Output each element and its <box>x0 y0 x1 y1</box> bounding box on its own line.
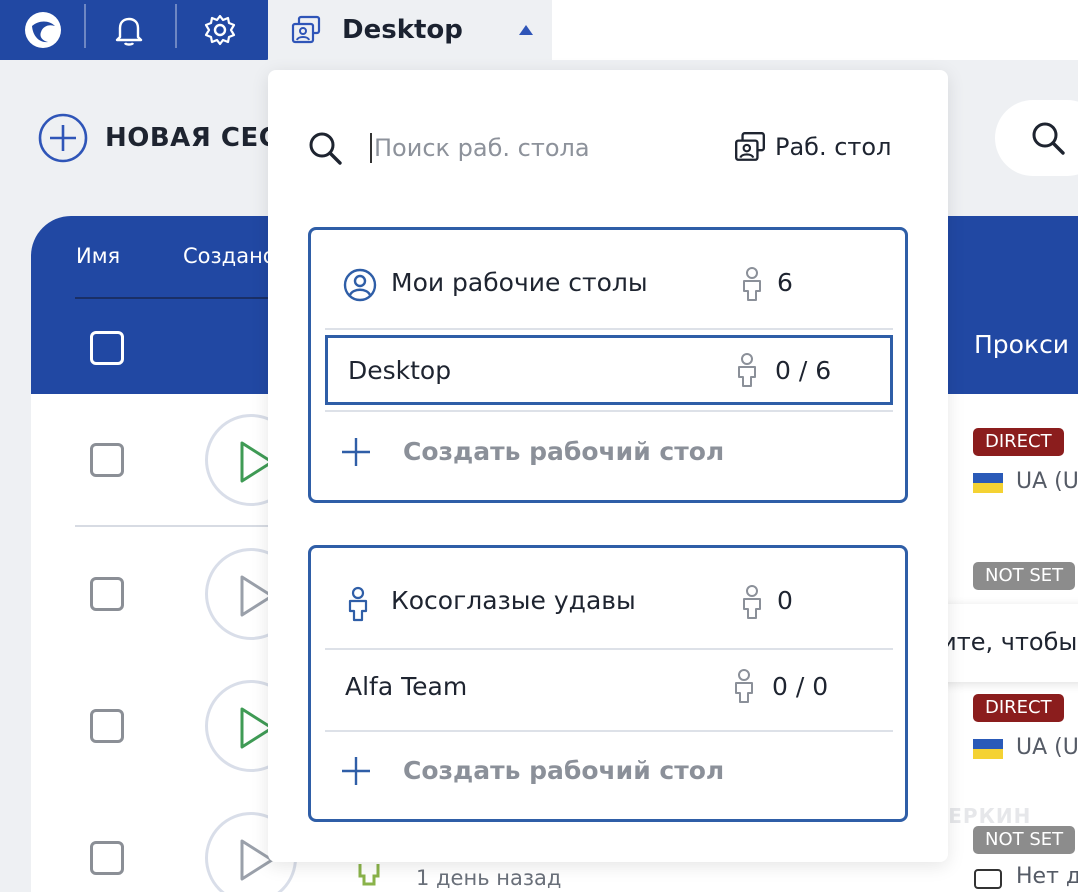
search-icon <box>1032 122 1065 155</box>
row-checkbox[interactable] <box>90 841 124 875</box>
header-divider <box>75 297 275 299</box>
search-icon <box>309 132 342 165</box>
column-header-created[interactable]: Создано <box>183 244 273 268</box>
proxy-country: UA (UI <box>1016 735 1078 760</box>
desktop-item[interactable]: Alfa Team 0 / 0 <box>325 654 893 724</box>
desktop-group-my: Мои рабочие столы 6 Desktop 0 / 6 Создат… <box>308 227 908 503</box>
create-desktop-label: Создать рабочий стол <box>403 756 725 785</box>
desktop-usage: 0 / 0 <box>772 672 829 701</box>
desktop-item[interactable]: Desktop 0 / 6 <box>325 335 893 405</box>
plus-circle-icon <box>38 113 88 163</box>
table-search-button[interactable] <box>995 100 1078 176</box>
desktop-name: Desktop <box>348 356 452 385</box>
row-divider <box>75 525 275 527</box>
person-icon <box>743 267 761 301</box>
top-right-area <box>552 0 1078 60</box>
person-icon <box>735 669 753 703</box>
ukraine-flag-icon <box>973 473 1003 493</box>
proxy-badge: NOT SET <box>973 562 1076 590</box>
user-icon <box>358 864 380 886</box>
column-header-proxy[interactable]: Прокси <box>974 330 1069 359</box>
text-cursor <box>370 133 372 163</box>
workspace-title: Desktop <box>342 15 463 45</box>
settings-button[interactable] <box>177 0 263 60</box>
desktop-icon <box>291 15 321 44</box>
proxy-badge: DIRECT <box>973 428 1064 456</box>
gear-icon <box>204 14 236 46</box>
group-name: Косоглазые удавы <box>391 586 636 615</box>
group-divider <box>325 730 893 732</box>
group-divider <box>325 648 893 650</box>
team-person-icon <box>348 586 368 622</box>
group-header[interactable]: Мои рабочие столы 6 <box>311 230 905 330</box>
group-divider <box>325 328 893 330</box>
logo-button[interactable] <box>0 0 86 60</box>
desktop-search-input[interactable] <box>374 128 694 168</box>
group-header[interactable]: Косоглазые удавы 0 <box>311 548 905 648</box>
person-icon <box>743 585 761 619</box>
caret-up-icon <box>518 25 533 35</box>
notifications-button[interactable] <box>86 0 172 60</box>
desk-filter-button[interactable]: Раб. стол <box>733 130 891 164</box>
person-icon <box>738 353 756 387</box>
column-header-name[interactable]: Имя <box>76 244 120 268</box>
group-member-count: 6 <box>777 268 793 297</box>
row-checkbox[interactable] <box>90 577 124 611</box>
group-member-count: 0 <box>777 586 793 615</box>
create-desktop-button[interactable]: Создать рабочий стол <box>325 736 893 806</box>
desk-filter-label: Раб. стол <box>775 133 892 161</box>
proxy-country: Нет да <box>1016 864 1078 889</box>
globe-icon <box>974 869 1002 889</box>
select-all-checkbox[interactable] <box>90 331 124 365</box>
create-desktop-button[interactable]: Создать рабочий стол <box>325 417 893 487</box>
logo-icon <box>25 12 61 48</box>
desktop-icon <box>735 132 765 161</box>
desktop-usage: 0 / 6 <box>775 356 832 385</box>
new-session-button[interactable]: НОВАЯ СЕСС <box>37 112 298 164</box>
row-checkbox[interactable] <box>90 709 124 743</box>
proxy-badge: DIRECT <box>973 694 1064 722</box>
group-name: Мои рабочие столы <box>391 268 648 297</box>
workspace-selector[interactable]: Desktop <box>268 0 552 60</box>
row-checkbox[interactable] <box>90 443 124 477</box>
plus-icon <box>342 438 370 466</box>
desktop-group-team: Косоглазые удавы 0 Alfa Team 0 / 0 Созда… <box>308 545 908 822</box>
bell-icon <box>115 17 143 46</box>
top-bar <box>0 0 270 60</box>
user-circle-icon <box>343 268 377 302</box>
proxy-country: UA (UI <box>1016 469 1078 494</box>
ukraine-flag-icon <box>973 739 1003 759</box>
created-time: 1 день назад <box>416 866 562 890</box>
desktop-name: Alfa Team <box>345 672 468 701</box>
plus-icon <box>342 757 370 785</box>
group-divider <box>325 410 893 412</box>
create-desktop-label: Создать рабочий стол <box>403 437 725 466</box>
